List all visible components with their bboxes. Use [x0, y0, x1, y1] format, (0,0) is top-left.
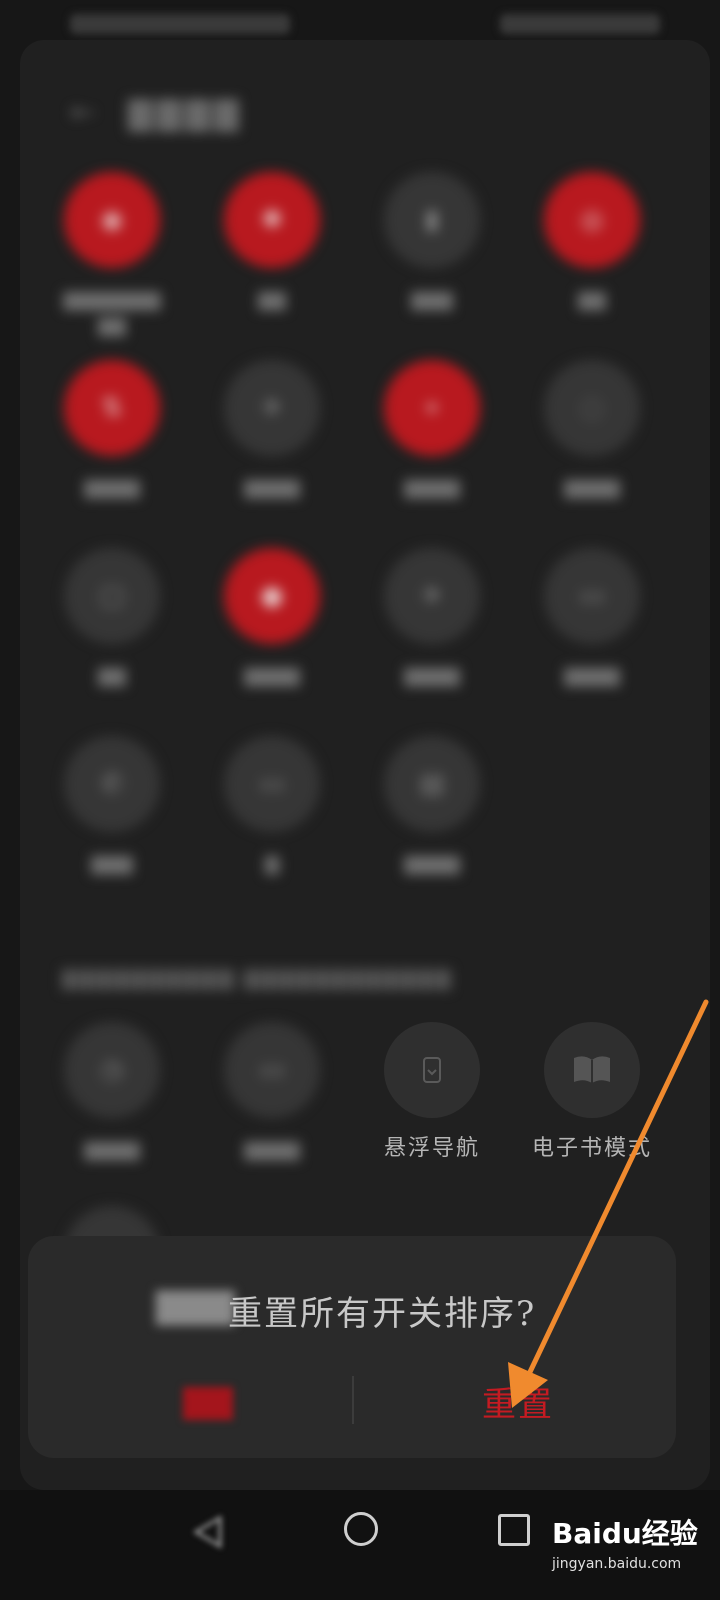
switch-label: ▇▇▇▇: [244, 666, 300, 687]
switch-label: ▇▇▇▇: [244, 478, 300, 499]
switch-tile[interactable]: ▭ ▇▇▇▇: [512, 548, 672, 738]
switch-label-ebook: 电子书模式: [531, 1136, 652, 1161]
switch-label: ▇▇: [258, 290, 286, 311]
reset-dialog: ▇▇▇ 重置所有开关排序? ▇▇ 重置: [28, 1236, 676, 1458]
switch-tile[interactable]: ▤ ▇▇▇▇: [352, 736, 512, 926]
switch-label: ▇▇▇▇: [84, 478, 140, 499]
wifi-icon: ◉: [64, 172, 160, 268]
rotate-icon: ◎: [544, 172, 640, 268]
switch-tile[interactable]: ● ▇▇▇▇: [192, 548, 352, 738]
book-icon[interactable]: [544, 1022, 640, 1118]
page-title: ▇▇▇▇: [128, 94, 243, 132]
screenshot-icon: ▢: [64, 548, 160, 644]
switch-tile[interactable]: ✆ ▇▇▇: [32, 736, 192, 926]
switch-tile[interactable]: ▭ ▇▇▇▇: [192, 1022, 352, 1212]
floating-nav-icon[interactable]: [384, 1022, 480, 1118]
switch-tile[interactable]: ⌖ ▇▇▇▇: [352, 360, 512, 550]
baidu-watermark: Baidu经验 jingyan.baidu.com: [552, 1510, 712, 1590]
mode-icon: ▤: [384, 736, 480, 832]
switch-label: ▇▇▇: [91, 854, 133, 875]
screen: ← ▇▇▇▇ ◉ ▇▇▇▇▇▇▇ ▇▇ ✱ ▇▇ ▮ ▇▇▇ ◎ ▇▇ ⇅ ▇▇▇…: [0, 0, 720, 1600]
switch-label: ▇▇▇▇: [404, 666, 460, 687]
switch-label: ▇▇▇▇: [404, 854, 460, 875]
flashlight-icon: ▮: [384, 172, 480, 268]
switch-tile[interactable]: ▢ ▇▇: [32, 548, 192, 738]
switch-label: ▇▇▇▇: [244, 1140, 300, 1161]
back-arrow-icon[interactable]: ←: [70, 98, 95, 128]
nav-recent-icon[interactable]: [498, 1514, 530, 1546]
switch-label-floating-nav: 悬浮导航: [383, 1136, 480, 1161]
switch-label: ▇▇▇▇▇▇▇ ▇▇: [63, 290, 161, 337]
switch-tile[interactable]: ▭ ▇: [192, 736, 352, 926]
nav-home-icon[interactable]: [344, 1512, 378, 1546]
switch-tile[interactable]: ◎ ▇▇: [512, 172, 672, 362]
switch-tile[interactable]: ✈ ▇▇▇▇: [352, 548, 512, 738]
switch-label: ▇: [265, 854, 279, 875]
switch-tile[interactable]: ◷ ▇▇▇▇: [32, 1022, 192, 1212]
hotspot-icon: ◌: [544, 360, 640, 456]
drag-hint: ▇▇▇▇▇▇▇▇▇▇ ▇▇▇▇▇▇▇▇▇▇▇▇: [62, 966, 453, 990]
dialog-title: 重置所有开关排序?: [228, 1294, 537, 1334]
switch-label: ▇▇▇▇: [84, 1140, 140, 1161]
switch-label: ▇▇▇▇: [564, 478, 620, 499]
display-icon: ▭: [224, 1022, 320, 1118]
switch-label: ▇▇: [578, 290, 606, 311]
switch-tile[interactable]: ▮ ▇▇▇: [352, 172, 512, 362]
switch-label: ▇▇▇▇: [564, 666, 620, 687]
switch-tile[interactable]: ⇅ ▇▇▇▇: [32, 360, 192, 550]
dialog-divider: [352, 1376, 354, 1424]
switch-tile[interactable]: ◌ ▇▇▇▇: [512, 360, 672, 550]
data-icon: ⇅: [64, 360, 160, 456]
watermark-brand: Baidu经验: [552, 1517, 698, 1550]
airplane-icon: ✈: [224, 360, 320, 456]
timer-icon: ◷: [64, 1022, 160, 1118]
bluetooth-icon: ✱: [224, 172, 320, 268]
switch-label: ▇▇▇: [411, 290, 453, 311]
switch-tile[interactable]: ✱ ▇▇: [192, 172, 352, 362]
reset-button[interactable]: 重置: [448, 1374, 588, 1428]
switch-label: ▇▇▇▇: [404, 478, 460, 499]
screen-record-icon: ▭: [544, 548, 640, 644]
page-header: ← ▇▇▇▇: [70, 88, 242, 138]
nfc-icon: ✈: [384, 548, 480, 644]
switch-tile[interactable]: ✈ ▇▇▇▇: [192, 360, 352, 550]
nav-back-icon[interactable]: [188, 1512, 228, 1552]
phone-icon: ✆: [64, 736, 160, 832]
switch-label: ▇▇: [98, 666, 126, 687]
watermark-url: jingyan.baidu.com: [552, 1556, 682, 1572]
location-icon: ⌖: [384, 360, 480, 456]
switch-tile[interactable]: ◉ ▇▇▇▇▇▇▇ ▇▇: [32, 172, 192, 362]
eye-comfort-icon: ●: [224, 548, 320, 644]
cast-icon: ▭: [224, 736, 320, 832]
cancel-button[interactable]: ▇▇: [138, 1376, 278, 1426]
